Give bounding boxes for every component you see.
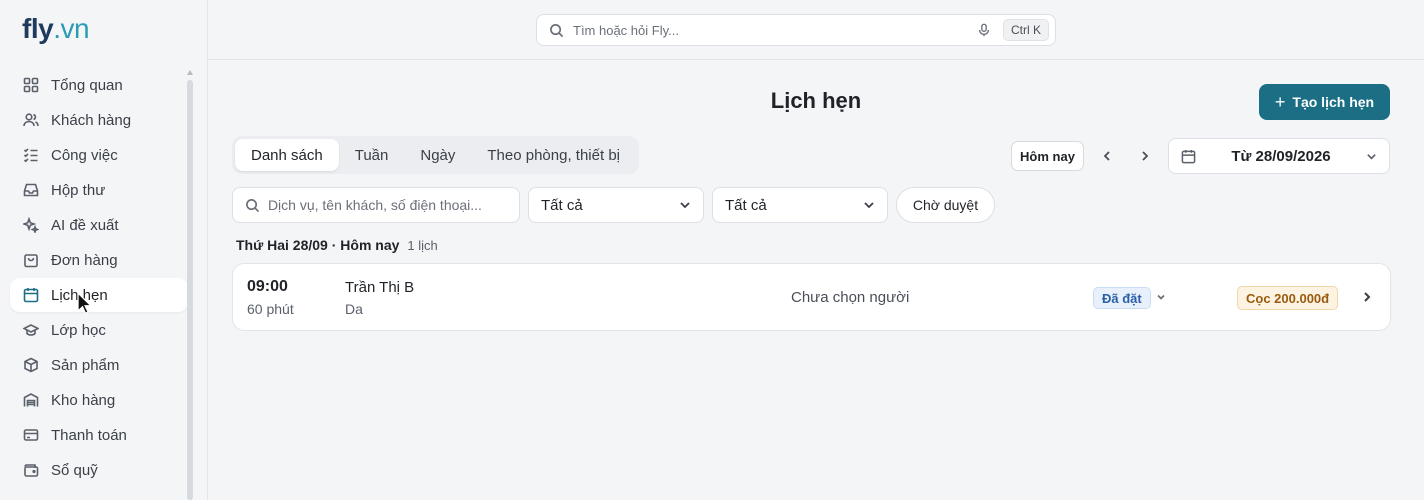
sidebar-item-label: Đơn hàng [51,251,118,269]
microphone-icon[interactable] [977,23,991,37]
status-badge[interactable]: Đã đặt [1093,287,1151,309]
sidebar-item-classes[interactable]: Lớp học [10,313,188,347]
scrollbar-thumb[interactable] [187,80,193,500]
sidebar-item-customers[interactable]: Khách hàng [10,103,188,137]
sidebar-item-overview[interactable]: Tổng quan [10,68,188,102]
chevron-down-icon [864,202,874,209]
calendar-icon [22,286,40,304]
sidebar-item-label: Khách hàng [51,111,132,129]
tab-day[interactable]: Ngày [404,139,471,171]
sidebar-item-label: Thanh toán [51,426,127,444]
day-group-header: Thứ Hai 28/09 · Hôm nay 1 lịch [236,237,438,253]
chevron-down-icon [1366,151,1377,162]
date-range-text: Từ 28/09/2026 [1231,147,1331,165]
open-appointment-chevron[interactable] [1361,291,1373,303]
day-group-count: 1 lịch [407,238,438,253]
warehouse-icon [22,391,40,409]
calendar-icon [1181,149,1196,164]
tasks-icon [22,146,40,164]
search-icon [549,23,564,38]
sidebar-item-label: Sản phẩm [51,356,120,374]
sidebar-item-label: Tổng quan [51,76,123,94]
appointment-search-input[interactable] [267,197,507,213]
page-title: Lịch hẹn [770,88,862,113]
sidebar-item-label: AI đề xuất [51,216,119,234]
shopping-bag-icon [22,251,40,269]
global-search[interactable]: Tìm hoặc hỏi Fly... Ctrl K [536,14,1056,46]
package-icon [22,356,40,374]
chevron-down-icon [680,202,690,209]
chevron-right-icon [1364,292,1371,302]
appointment-row[interactable]: 09:00 60 phút Trần Thị B Da Chưa chọn ng… [232,263,1391,331]
sidebar-item-label: Sổ quỹ [51,461,98,479]
logo-text-vn: .vn [53,13,90,44]
appointment-customer: Trần Thị B [345,279,415,296]
sidebar-item-orders[interactable]: Đơn hàng [10,243,188,277]
sidebar-item-label: Hộp thư [51,181,106,199]
wallet-icon [22,461,40,479]
sparkles-icon [22,216,40,234]
appointment-duration: 60 phút [247,301,294,317]
date-range-picker[interactable]: Từ 28/09/2026 [1168,138,1390,174]
sidebar-item-ai-suggestions[interactable]: AI đề xuất [10,208,188,242]
search-placeholder: Tìm hoặc hỏi Fly... [573,22,679,38]
create-appointment-label: Tạo lịch hẹn [1292,94,1375,110]
plus-icon: + [1274,92,1286,112]
sidebar-item-appointments[interactable]: Lịch hẹn [10,278,188,312]
appointment-search [232,187,520,223]
day-group-label: Thứ Hai 28/09 · Hôm nay [236,237,400,253]
pending-approval-filter-button[interactable]: Chờ duyệt [896,187,995,223]
deposit-badge: Cọc 200.000đ [1237,286,1339,310]
previous-date-button[interactable] [1096,145,1118,167]
grid-icon [22,76,40,94]
sidebar-scrollbar[interactable] [187,70,193,500]
tab-by-room-equipment[interactable]: Theo phòng, thiết bị [471,139,636,171]
sidebar-item-label: Lớp học [51,321,106,339]
sidebar-nav: Tổng quan Khách hàng Công việc Hộp thư A… [10,68,188,488]
main-content: Lịch hẹn + Tạo lịch hẹn Danh sách Tuần N… [208,60,1424,500]
logo-text-fly: fly [22,13,54,44]
top-bar: Tìm hoặc hỏi Fly... Ctrl K [208,0,1424,60]
chevron-right-icon [1142,151,1149,161]
create-appointment-button[interactable]: + Tạo lịch hẹn [1259,84,1390,120]
sidebar-item-payments[interactable]: Thanh toán [10,418,188,452]
graduation-cap-icon [22,321,40,339]
filter-select-2[interactable]: Tất cả [712,187,888,223]
sidebar-item-label: Công việc [51,146,118,164]
today-button[interactable]: Hôm nay [1011,141,1084,171]
scroll-up-arrow-icon[interactable] [187,70,193,75]
appointment-staff[interactable]: Chưa chọn người [791,289,909,306]
sidebar-item-cashbook[interactable]: Sổ quỹ [10,453,188,487]
search-icon [246,198,260,212]
filter-select-1-value: Tất cả [541,196,583,214]
sidebar-item-warehouse[interactable]: Kho hàng [10,383,188,417]
users-icon [22,111,40,129]
keyboard-shortcut-badge: Ctrl K [1003,19,1049,41]
status-dropdown-chevron[interactable] [1156,292,1166,302]
mouse-cursor-icon [77,292,93,315]
tab-list[interactable]: Danh sách [235,139,339,171]
inbox-icon [22,181,40,199]
filter-select-1[interactable]: Tất cả [528,187,704,223]
filter-select-2-value: Tất cả [725,196,767,214]
sidebar-item-label: Kho hàng [51,391,116,409]
sidebar-item-inbox[interactable]: Hộp thư [10,173,188,207]
credit-card-icon [22,426,40,444]
appointment-service: Da [345,301,363,317]
appointment-time: 09:00 [247,278,288,295]
tab-week[interactable]: Tuần [339,139,405,171]
sidebar-item-products[interactable]: Sản phẩm [10,348,188,382]
brand-logo[interactable]: fly.vn [22,12,90,46]
chevron-down-icon [1157,294,1165,300]
sidebar-item-tasks[interactable]: Công việc [10,138,188,172]
sidebar: fly.vn Tổng quan Khách hàng Công việc Hộ… [0,0,208,500]
view-tabs: Danh sách Tuần Ngày Theo phòng, thiết bị [232,136,639,174]
next-date-button[interactable] [1134,145,1156,167]
chevron-left-icon [1103,151,1110,161]
